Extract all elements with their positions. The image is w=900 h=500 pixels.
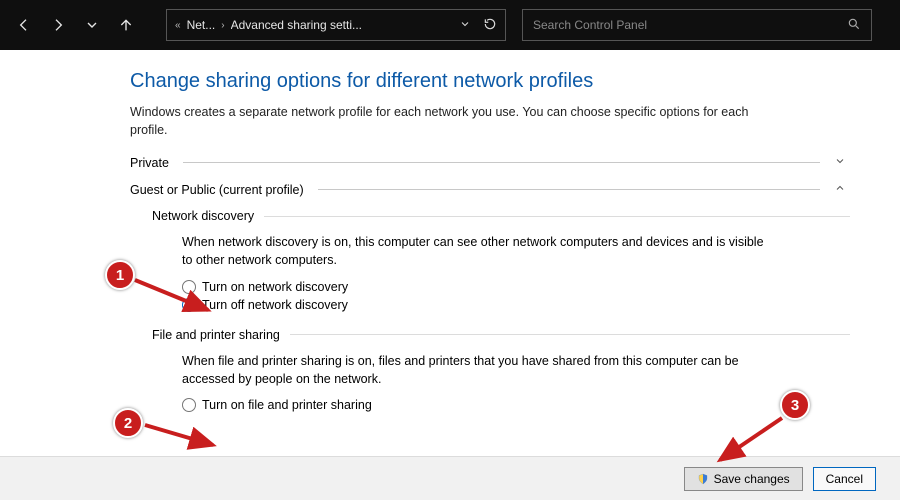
radio-label: Turn off network discovery (202, 298, 348, 312)
radio-label: Turn on network discovery (202, 280, 348, 294)
page-title: Change sharing options for different net… (130, 70, 850, 93)
cancel-button[interactable]: Cancel (813, 467, 876, 491)
footer-bar: Save changes Cancel (0, 456, 900, 500)
radio-turn-on-network-discovery-input[interactable] (182, 280, 196, 294)
shield-icon (697, 473, 709, 485)
section-private[interactable]: Private (130, 155, 850, 170)
search-box[interactable] (522, 9, 872, 41)
radio-turn-off-network-discovery-input[interactable] (182, 298, 196, 312)
file-printer-desc: When file and printer sharing is on, fil… (182, 352, 772, 388)
radio-turn-on-file-printer-sharing-input[interactable] (182, 398, 196, 412)
address-bar: « Net... › Advanced sharing setti... (0, 0, 900, 50)
breadcrumb-parent[interactable]: Net... (187, 18, 216, 32)
refresh-button[interactable] (483, 17, 497, 34)
search-input[interactable] (533, 18, 847, 32)
content-pane: Change sharing options for different net… (0, 50, 900, 460)
back-button[interactable] (10, 11, 38, 39)
breadcrumb-current[interactable]: Advanced sharing setti... (231, 18, 362, 32)
forward-button[interactable] (44, 11, 72, 39)
file-printer-header: File and printer sharing (152, 328, 280, 342)
breadcrumb[interactable]: « Net... › Advanced sharing setti... (166, 9, 506, 41)
up-button[interactable] (112, 11, 140, 39)
chevron-up-icon (830, 182, 850, 197)
save-changes-button[interactable]: Save changes (684, 467, 803, 491)
chevron-down-icon (830, 155, 850, 170)
radio-label: Turn on file and printer sharing (202, 398, 372, 412)
network-discovery-header: Network discovery (152, 209, 254, 223)
radio-turn-off-network-discovery[interactable]: Turn off network discovery (182, 298, 772, 312)
subsection-network-discovery: Network discovery When network discovery… (152, 209, 850, 311)
chevron-right-icon: › (221, 20, 224, 31)
section-public-label: Guest or Public (current profile) (130, 183, 304, 197)
history-chevrons-icon[interactable]: « (175, 20, 181, 31)
network-discovery-desc: When network discovery is on, this compu… (182, 233, 772, 269)
page-description: Windows creates a separate network profi… (130, 103, 770, 139)
section-public[interactable]: Guest or Public (current profile) (130, 182, 850, 197)
breadcrumb-dropdown-button[interactable] (459, 18, 471, 33)
subsection-file-printer-sharing: File and printer sharing When file and p… (152, 328, 850, 412)
save-button-label: Save changes (714, 472, 790, 486)
section-private-label: Private (130, 156, 169, 170)
recent-dropdown-button[interactable] (78, 11, 106, 39)
radio-turn-on-file-printer-sharing[interactable]: Turn on file and printer sharing (182, 398, 772, 412)
cancel-button-label: Cancel (826, 472, 863, 486)
search-icon[interactable] (847, 17, 861, 34)
radio-turn-on-network-discovery[interactable]: Turn on network discovery (182, 280, 772, 294)
